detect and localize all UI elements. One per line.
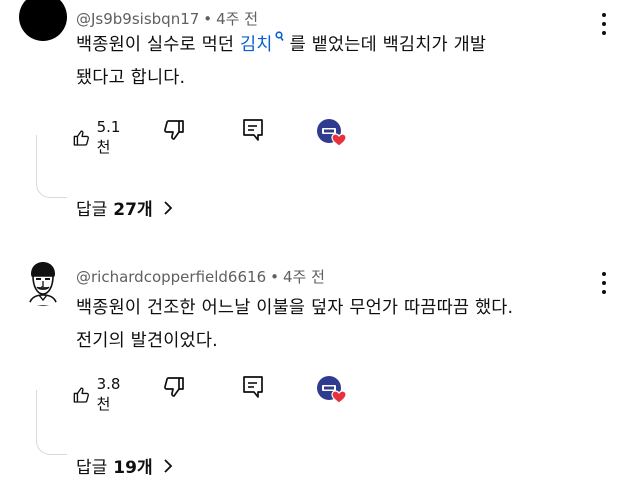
comment-text: 백종원이 실수로 먹던 김치 를 뱉었는데 백김치가 개발 됐다고 합니다. xyxy=(76,29,616,95)
like-button[interactable]: 5.1천 xyxy=(72,118,126,157)
comment-line-2: 전기의 발견이었다. xyxy=(76,331,218,351)
avatar-portrait xyxy=(19,258,67,306)
meta-separator: • xyxy=(203,10,213,28)
meta-separator: • xyxy=(270,268,279,286)
creator-heart-badge[interactable] xyxy=(316,375,350,405)
comment-text-part: 를 뱉었는데 백김치가 개발 xyxy=(289,35,487,55)
comment-line-2: 됐다고 합니다. xyxy=(76,68,186,88)
reply-icon xyxy=(243,119,263,141)
username[interactable]: @richardcopperfield6616 xyxy=(76,268,266,286)
search-link[interactable]: 김치 xyxy=(240,31,290,55)
chevron-right-icon xyxy=(163,200,172,215)
like-count: 5.1천 xyxy=(96,118,121,156)
view-replies-button[interactable]: 답글 19개 xyxy=(76,453,173,478)
dislike-button[interactable] xyxy=(162,118,186,142)
like-count: 3.8천 xyxy=(96,375,121,413)
avatar[interactable] xyxy=(19,0,67,41)
comment-text-part: 백종원이 실수로 먹던 xyxy=(76,35,240,55)
like-button[interactable]: 3.8천 xyxy=(72,375,126,414)
dislike-button[interactable] xyxy=(162,375,186,399)
username[interactable]: @Js9b9sisbqn17 xyxy=(76,10,199,28)
creator-heart-icon xyxy=(317,376,347,404)
thumbs-down-icon xyxy=(164,377,184,397)
replies-label: 답글 xyxy=(76,458,108,478)
thumbs-up-icon xyxy=(73,129,90,146)
view-replies-button[interactable]: 답글 27개 xyxy=(76,195,173,220)
search-icon xyxy=(275,31,284,41)
creator-heart-icon xyxy=(317,119,347,147)
thread-line xyxy=(36,390,67,455)
comment-meta: @richardcopperfield6616 • 4주 전 xyxy=(76,266,325,287)
replies-label: 답글 xyxy=(76,200,108,220)
comment-line-1: 백종원이 실수로 먹던 김치 를 뱉었는데 백김치가 개발 xyxy=(76,29,616,62)
reply-count: 19개 xyxy=(113,458,153,478)
reply-button[interactable] xyxy=(242,375,264,399)
search-link-label[interactable]: 김치 xyxy=(240,35,273,55)
avatar[interactable] xyxy=(19,258,67,306)
thread-line xyxy=(36,135,67,198)
more-vert-icon[interactable] xyxy=(596,272,612,294)
comment-time[interactable]: 4주 전 xyxy=(283,268,325,286)
comment-meta: @Js9b9sisbqn17 • 4주 전 xyxy=(76,8,258,29)
reply-icon xyxy=(243,376,263,398)
comment-line-1: 백종원이 건조한 어느날 이불을 덮자 무언가 따끔따끔 했다. xyxy=(76,298,514,318)
thumbs-up-icon xyxy=(73,386,90,403)
creator-heart-badge[interactable] xyxy=(316,118,350,148)
comment-time[interactable]: 4주 전 xyxy=(216,10,258,28)
chevron-right-icon xyxy=(163,458,172,473)
reply-count: 27개 xyxy=(113,200,153,220)
comment-text: 백종원이 건조한 어느날 이불을 덮자 무언가 따끔따끔 했다. 전기의 발견이… xyxy=(76,292,616,358)
reply-button[interactable] xyxy=(242,118,264,142)
thumbs-down-icon xyxy=(164,120,184,140)
